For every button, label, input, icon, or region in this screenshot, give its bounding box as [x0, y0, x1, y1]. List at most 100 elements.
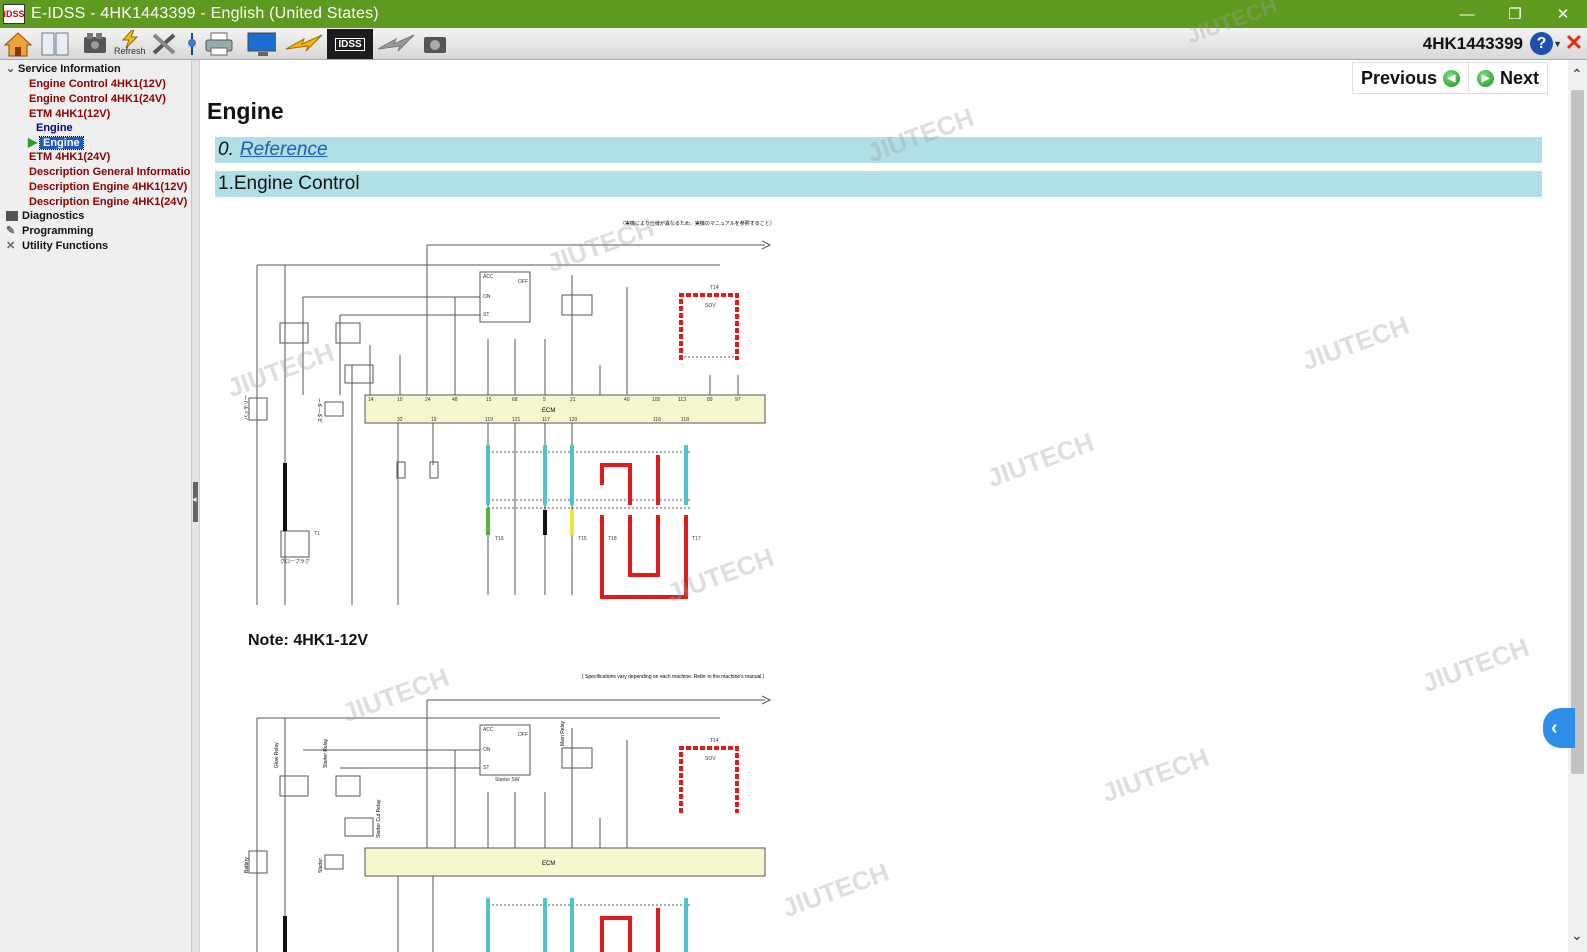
svg-text:OFF: OFF: [518, 732, 528, 738]
svg-text:89: 89: [707, 397, 713, 403]
monitor-icon: [247, 32, 276, 56]
svg-text:113: 113: [678, 397, 686, 403]
wiring-diagram-jp: （実機により仕様が異なるため、実機のマニュアルを参照すること） ECM 14 1…: [244, 220, 775, 605]
maximize-button[interactable]: ❐: [1491, 0, 1539, 28]
label-glow-relay: Glow Relay: [274, 742, 280, 768]
idss-label: IDSS: [335, 37, 365, 51]
close-window-button[interactable]: ✕: [1539, 0, 1587, 28]
reference-link[interactable]: Reference: [240, 139, 328, 161]
window-title: E-IDSS - 4HK1443399 - English (United St…: [31, 5, 379, 22]
tree-item-engine[interactable]: Engine: [36, 121, 73, 135]
svg-text:40: 40: [624, 397, 630, 403]
svg-text:ON: ON: [483, 747, 491, 753]
vertical-scrollbar[interactable]: ⌃ ⌄: [1568, 60, 1587, 952]
svg-text:116: 116: [653, 417, 661, 423]
label-glow-plug: グロープラグ: [280, 558, 310, 565]
svg-text:19: 19: [431, 417, 437, 423]
svg-text:120: 120: [569, 417, 578, 423]
chevron-down-icon[interactable]: ▼: [1553, 39, 1562, 49]
ecm-label: ECM: [542, 861, 555, 867]
tree-item-service-information[interactable]: ⌄ Service Information: [6, 62, 121, 76]
navigation-tree: ⌄ Service Information Engine Control 4HK1…: [0, 60, 192, 952]
tree-item-etm-24v[interactable]: ETM 4HK1(24V): [29, 150, 110, 164]
tree-label: Engine: [39, 136, 84, 150]
tree-label: Programming: [22, 225, 94, 237]
engine-button[interactable]: [80, 30, 110, 58]
svg-text:14: 14: [368, 397, 374, 403]
home-button[interactable]: [3, 30, 33, 58]
flash-gray-icon: [377, 34, 415, 52]
svg-text:ACC: ACC: [483, 727, 494, 733]
collapse-sidebar-handle[interactable]: [192, 482, 198, 522]
minimize-button[interactable]: —: [1443, 0, 1491, 28]
svg-text:T15: T15: [578, 536, 587, 542]
watermark: JIUTECH: [1098, 741, 1213, 809]
app-logo-icon: iDSS: [3, 4, 25, 24]
diagram-note: ( Specifications vary depending on each …: [582, 674, 765, 680]
svg-text:T14: T14: [710, 285, 719, 291]
diagram-note: （実機により仕様が異なるため、実機のマニュアルを参照すること）: [620, 220, 775, 227]
monitor-button[interactable]: [246, 30, 276, 58]
label-starter-sw: Starter SW: [495, 777, 520, 783]
idss-button[interactable]: IDSS: [327, 29, 373, 59]
svg-text:121: 121: [512, 417, 521, 423]
svg-text:21: 21: [570, 397, 576, 403]
previous-button[interactable]: Previous ◀: [1353, 63, 1468, 93]
close-icon[interactable]: ✕: [1563, 32, 1585, 54]
svg-text:119: 119: [485, 417, 493, 423]
scroll-down-icon[interactable]: ⌄: [1571, 927, 1583, 944]
svg-text:68: 68: [512, 397, 518, 403]
tree-item-description-engine-12v[interactable]: Description Engine 4HK1(12V): [29, 180, 187, 194]
flash-button[interactable]: [284, 30, 324, 58]
svg-text:5: 5: [543, 397, 546, 403]
book-button[interactable]: [40, 30, 70, 58]
tree-item-programming[interactable]: ✎ Programming: [6, 224, 94, 238]
scroll-thumb[interactable]: [1571, 90, 1584, 774]
tree-item-description-general[interactable]: Description General Informatio: [29, 165, 190, 179]
tools-button[interactable]: [150, 30, 180, 58]
arrow-right-icon: ▶: [1476, 69, 1494, 87]
print-button[interactable]: [204, 30, 234, 58]
programming-icon: ✎: [6, 225, 16, 237]
home-icon: [4, 32, 32, 57]
toolbar: Refresh IDSS 4HK1443399 ? ▼ ✕: [0, 28, 1587, 60]
tree-item-utility-functions[interactable]: ✕ Utility Functions: [6, 239, 108, 253]
arrow-left-icon: ◀: [1442, 69, 1460, 87]
help-icon[interactable]: ?: [1530, 32, 1553, 55]
svg-text:SOV: SOV: [705, 756, 716, 762]
label-main-relay: Main Relay: [560, 720, 566, 746]
ecm-connector: [364, 847, 766, 877]
svg-text:ACC: ACC: [483, 274, 494, 280]
chevron-left-icon: ‹: [1551, 716, 1558, 739]
engine-settings-button[interactable]: [420, 30, 450, 58]
label-starter: Starter: [318, 858, 324, 873]
pin-button[interactable]: [180, 30, 204, 58]
refresh-label: Refresh: [114, 46, 146, 56]
prev-next-nav: Previous ◀ ▶ Next: [1351, 62, 1548, 94]
tree-item-engine-control-12v[interactable]: Engine Control 4HK1(12V): [29, 77, 166, 91]
engine-icon: [84, 33, 106, 53]
svg-text:15: 15: [486, 397, 492, 403]
content-pane: Previous ◀ ▶ Next Engine 0. Reference 1.…: [200, 60, 1550, 952]
tree-item-diagnostics[interactable]: Diagnostics: [6, 209, 84, 223]
tree-item-engine-selected[interactable]: ▶ Engine: [28, 135, 84, 150]
flash-disabled-button[interactable]: [376, 30, 416, 58]
engine-gear-icon: [424, 37, 446, 53]
reference-band: 0. Reference: [215, 137, 1542, 163]
reference-number: 0.: [218, 139, 234, 160]
tree-item-engine-control-24v[interactable]: Engine Control 4HK1(24V): [29, 92, 166, 106]
svg-text:OFF: OFF: [518, 279, 528, 285]
tree-item-description-engine-24v[interactable]: Description Engine 4HK1(24V): [29, 195, 187, 209]
svg-text:48: 48: [452, 397, 458, 403]
refresh-button[interactable]: Refresh: [114, 30, 148, 58]
watermark: JIUTECH: [1418, 631, 1533, 699]
svg-text:T1: T1: [314, 531, 320, 537]
next-button[interactable]: ▶ Next: [1467, 63, 1547, 93]
side-panel-toggle[interactable]: ‹: [1543, 708, 1575, 748]
svg-text:ST: ST: [483, 312, 489, 318]
wiring-lines: [248, 695, 772, 952]
scroll-up-icon[interactable]: ⌃: [1571, 66, 1583, 83]
label-starter-relay: Starter Relay: [323, 738, 329, 768]
svg-text:118: 118: [681, 417, 689, 423]
tree-item-etm-12v[interactable]: ETM 4HK1(12V): [29, 107, 110, 121]
